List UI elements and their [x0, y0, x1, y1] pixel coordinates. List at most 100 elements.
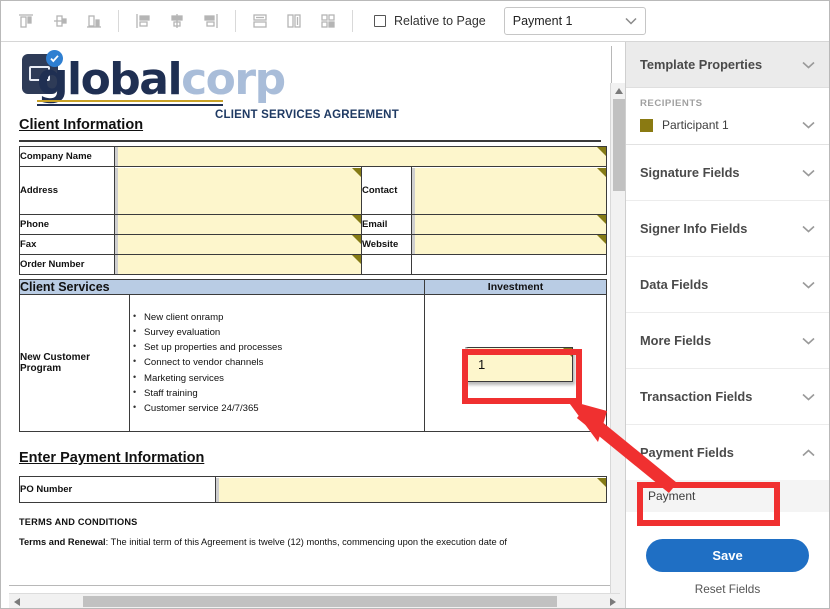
contact-input[interactable] — [412, 167, 606, 214]
field-cell[interactable] — [114, 234, 362, 255]
match-width-icon[interactable] — [243, 6, 277, 36]
group-label: More Fields — [640, 333, 712, 348]
client-services-table: Client Services Investment New Customer … — [19, 279, 607, 432]
list-item: Survey evaluation — [133, 324, 424, 340]
list-item: Set up properties and processes — [133, 339, 424, 355]
scrollbar-thumb[interactable] — [83, 596, 557, 607]
match-height-icon[interactable] — [277, 6, 311, 36]
document-vertical-scrollbar[interactable] — [610, 83, 626, 608]
chevron-down-icon[interactable] — [802, 164, 815, 182]
document-title: CLIENT SERVICES AGREEMENT — [215, 109, 399, 121]
recipient-color-swatch — [640, 118, 653, 132]
table-row: Order Number — [19, 254, 607, 275]
scroll-up-icon[interactable] — [611, 83, 626, 98]
chevron-down-icon[interactable] — [802, 276, 815, 294]
group-label: Transaction Fields — [640, 389, 753, 404]
group-header-signature-fields[interactable]: Signature Fields — [640, 145, 815, 200]
company-name-input[interactable] — [115, 147, 606, 166]
panel-header[interactable]: Template Properties — [626, 42, 829, 88]
field-cell[interactable] — [411, 214, 607, 235]
group-header-signer-info-fields[interactable]: Signer Info Fields — [640, 201, 815, 256]
group-header-payment-fields[interactable]: Payment Fields — [640, 425, 815, 480]
group-header-data-fields[interactable]: Data Fields — [640, 257, 815, 312]
list-item: Marketing services — [133, 370, 424, 386]
field-cell[interactable] — [114, 214, 362, 235]
brand-logo-secondary: corp — [181, 54, 286, 105]
field-cell[interactable] — [411, 166, 607, 215]
chevron-down-icon[interactable] — [802, 56, 815, 74]
scroll-right-icon[interactable] — [605, 594, 620, 608]
recipients-label: RECIPIENTS — [640, 98, 703, 109]
toolbar-divider — [352, 10, 353, 32]
group-signature-fields: Signature Fields — [626, 145, 829, 201]
field-corner-icon — [352, 215, 361, 224]
relative-to-page-checkbox[interactable] — [374, 15, 386, 27]
field-label: PO Number — [19, 476, 216, 503]
field-cell[interactable] — [114, 146, 607, 167]
order-number-input[interactable] — [115, 255, 361, 274]
field-label: Phone — [19, 214, 115, 235]
group-header-transaction-fields[interactable]: Transaction Fields — [640, 369, 815, 424]
save-button[interactable]: Save — [646, 539, 809, 572]
terms-label: Terms and Renewal — [19, 537, 106, 547]
field-corner-icon — [597, 235, 606, 244]
field-cell[interactable] — [215, 476, 607, 503]
field-corner-icon — [597, 167, 606, 177]
chevron-down-icon[interactable] — [802, 332, 815, 350]
table-row: Fax Website — [19, 234, 607, 255]
payment-information-heading: Enter Payment Information — [19, 450, 205, 466]
recipient-item[interactable]: Participant 1 — [640, 116, 815, 134]
align-right-icon[interactable] — [194, 6, 228, 36]
investment-cell[interactable]: 1 — [424, 294, 607, 432]
field-cell[interactable] — [114, 166, 362, 215]
group-data-fields: Data Fields — [626, 257, 829, 313]
group-header-more-fields[interactable]: More Fields — [640, 313, 815, 368]
fax-input[interactable] — [115, 235, 361, 254]
chevron-down-icon[interactable] — [802, 116, 815, 134]
table-row: Address Contact — [19, 166, 607, 215]
brand-logo-primary: global — [37, 54, 183, 105]
list-item: Connect to vendor channels — [133, 354, 424, 370]
phone-input[interactable] — [115, 215, 361, 234]
chevron-down-icon[interactable] — [802, 388, 815, 406]
align-middle-icon[interactable] — [43, 6, 77, 36]
field-label: Email — [361, 214, 412, 235]
po-number-input[interactable] — [216, 477, 606, 502]
address-input[interactable] — [115, 167, 361, 214]
scroll-left-icon[interactable] — [9, 594, 24, 608]
group-payment-fields: Payment Fields Payment — [626, 425, 829, 512]
list-item: New client onramp — [133, 309, 424, 325]
align-top-icon[interactable] — [9, 6, 43, 36]
scrollbar-thumb[interactable] — [613, 99, 625, 191]
group-signer-info-fields: Signer Info Fields — [626, 201, 829, 257]
field-cell-empty — [411, 254, 607, 275]
match-size-icon[interactable] — [311, 6, 345, 36]
document-header: globalcorp CLIENT SERVICES AGREEMENT — [19, 50, 601, 121]
reset-fields-link[interactable]: Reset Fields — [695, 582, 761, 596]
website-input[interactable] — [412, 235, 606, 254]
chevron-up-icon[interactable] — [802, 444, 815, 462]
field-select-dropdown[interactable]: Payment 1 — [503, 7, 646, 35]
toolbar: Relative to Page Payment 1 — [1, 1, 829, 42]
table-header-row: Client Services Investment — [19, 279, 607, 295]
email-input[interactable] — [412, 215, 606, 234]
chevron-down-icon[interactable] — [802, 220, 815, 238]
field-cell[interactable] — [114, 254, 362, 275]
relative-to-page-toggle[interactable]: Relative to Page — [374, 14, 486, 28]
service-row-name: New Customer Program — [19, 294, 130, 432]
payment-field[interactable]: 1 — [465, 347, 573, 382]
group-label: Signature Fields — [640, 165, 740, 180]
align-bottom-icon[interactable] — [77, 6, 111, 36]
field-cell[interactable] — [411, 234, 607, 255]
toolbar-divider — [235, 10, 236, 32]
list-item: Customer service 24/7/365 — [133, 400, 424, 416]
list-item: Staff training — [133, 385, 424, 401]
field-item-payment[interactable]: Payment — [626, 480, 829, 512]
recipients-section: RECIPIENTS Participant 1 — [626, 88, 829, 145]
align-center-icon[interactable] — [160, 6, 194, 36]
document-horizontal-scrollbar[interactable] — [9, 593, 620, 608]
chevron-down-icon — [625, 14, 637, 28]
align-left-icon[interactable] — [126, 6, 160, 36]
group-more-fields: More Fields — [626, 313, 829, 369]
document-viewer[interactable]: globalcorp CLIENT SERVICES AGREEMENT Cli… — [9, 42, 626, 608]
